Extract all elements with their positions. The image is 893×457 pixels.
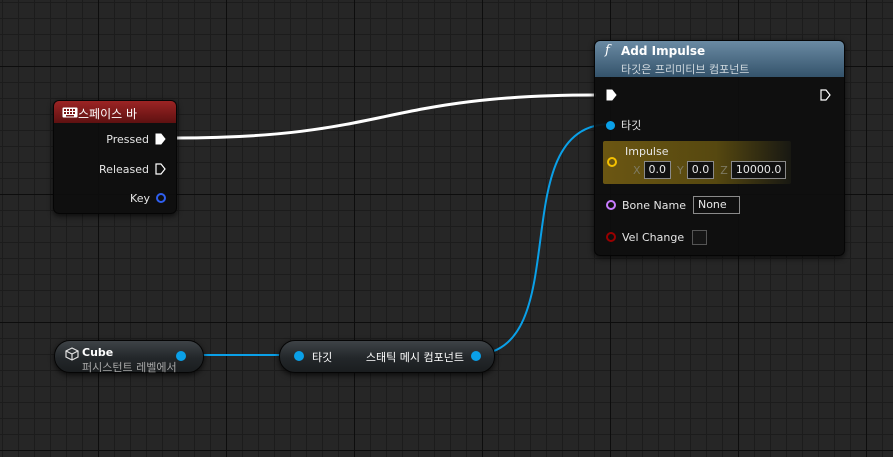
add-impulse-node[interactable]: f Add Impulse 타깃은 프리미티브 컴포넌트 타깃 Impulse … xyxy=(594,40,845,256)
exec-in-pin-icon[interactable] xyxy=(606,89,617,101)
impulse-xyz-fields: X 0.0 Y 0.0 Z 10000.0 xyxy=(627,161,787,179)
cube-icon xyxy=(65,347,79,361)
y-axis-label: Y xyxy=(677,163,684,177)
cube-output-pin-icon[interactable] xyxy=(176,351,186,361)
spacebar-node-title: 스페이스 바 xyxy=(78,107,138,121)
key-label: Key xyxy=(130,191,150,205)
add-impulse-header: f Add Impulse 타깃은 프리미티브 컴포넌트 xyxy=(595,41,844,77)
vel-change-label: Vel Change xyxy=(622,230,685,244)
pressed-exec-pin-icon[interactable] xyxy=(155,133,166,145)
vel-change-bool-pin-icon[interactable] xyxy=(606,232,616,242)
cube-title: Cube xyxy=(82,346,114,359)
target-object-pin-icon[interactable] xyxy=(606,120,615,130)
keyboard-icon xyxy=(62,107,78,118)
released-label: Released xyxy=(99,162,149,176)
cube-subtitle: 퍼시스턴트 레벨에서 xyxy=(82,361,177,374)
target-pin-row[interactable]: 타깃 xyxy=(606,116,641,134)
impulse-vector-pin-icon[interactable] xyxy=(607,157,617,167)
add-impulse-title: Add Impulse xyxy=(621,44,706,58)
spacebar-node-header: 스페이스 바 xyxy=(54,101,176,123)
cast-input-label: 타깃 xyxy=(312,351,333,364)
target-label: 타깃 xyxy=(621,119,642,132)
key-struct-pin-icon[interactable] xyxy=(156,193,166,203)
spacebar-event-node[interactable]: 스페이스 바 Pressed Released Key xyxy=(53,100,177,214)
cube-reference-node[interactable]: Cube 퍼시스턴트 레벨에서 xyxy=(54,340,204,374)
bone-name-field[interactable]: None xyxy=(692,196,740,214)
pressed-label: Pressed xyxy=(106,132,149,146)
impulse-y-field[interactable]: 0.0 xyxy=(686,161,715,179)
object-wire-cast-to-target[interactable] xyxy=(471,123,612,356)
z-axis-label: Z xyxy=(720,163,728,177)
impulse-label: Impulse xyxy=(625,145,669,158)
cast-output-label: 스태틱 메시 컴포넌트 xyxy=(365,351,464,364)
impulse-pin-block[interactable]: Impulse X 0.0 Y 0.0 Z 10000.0 xyxy=(603,141,791,184)
impulse-z-field[interactable]: 10000.0 xyxy=(730,161,787,179)
bone-name-pin-row[interactable]: Bone Name None xyxy=(606,196,740,214)
exec-out-pin-icon[interactable] xyxy=(820,89,831,101)
static-mesh-component-node[interactable]: 타깃 스태틱 메시 컴포넌트 xyxy=(279,340,495,373)
cast-output-pin-icon[interactable] xyxy=(471,351,481,361)
vel-change-checkbox[interactable] xyxy=(692,229,708,245)
impulse-x-field[interactable]: 0.0 xyxy=(643,161,672,179)
x-axis-label: X xyxy=(633,163,641,177)
add-impulse-subtitle: 타깃은 프리미티브 컴포넌트 xyxy=(621,63,750,76)
key-pin-row[interactable]: Key xyxy=(130,189,166,207)
function-icon: f xyxy=(605,43,610,58)
released-pin-row[interactable]: Released xyxy=(99,160,166,178)
vel-change-pin-row[interactable]: Vel Change xyxy=(606,228,708,246)
bone-name-pin-icon[interactable] xyxy=(606,200,616,210)
pressed-pin-row[interactable]: Pressed xyxy=(106,130,166,148)
exec-wire[interactable] xyxy=(175,93,597,140)
cast-input-pin-icon[interactable] xyxy=(294,351,304,361)
released-exec-pin-icon[interactable] xyxy=(155,163,166,175)
bone-name-label: Bone Name xyxy=(622,198,686,212)
